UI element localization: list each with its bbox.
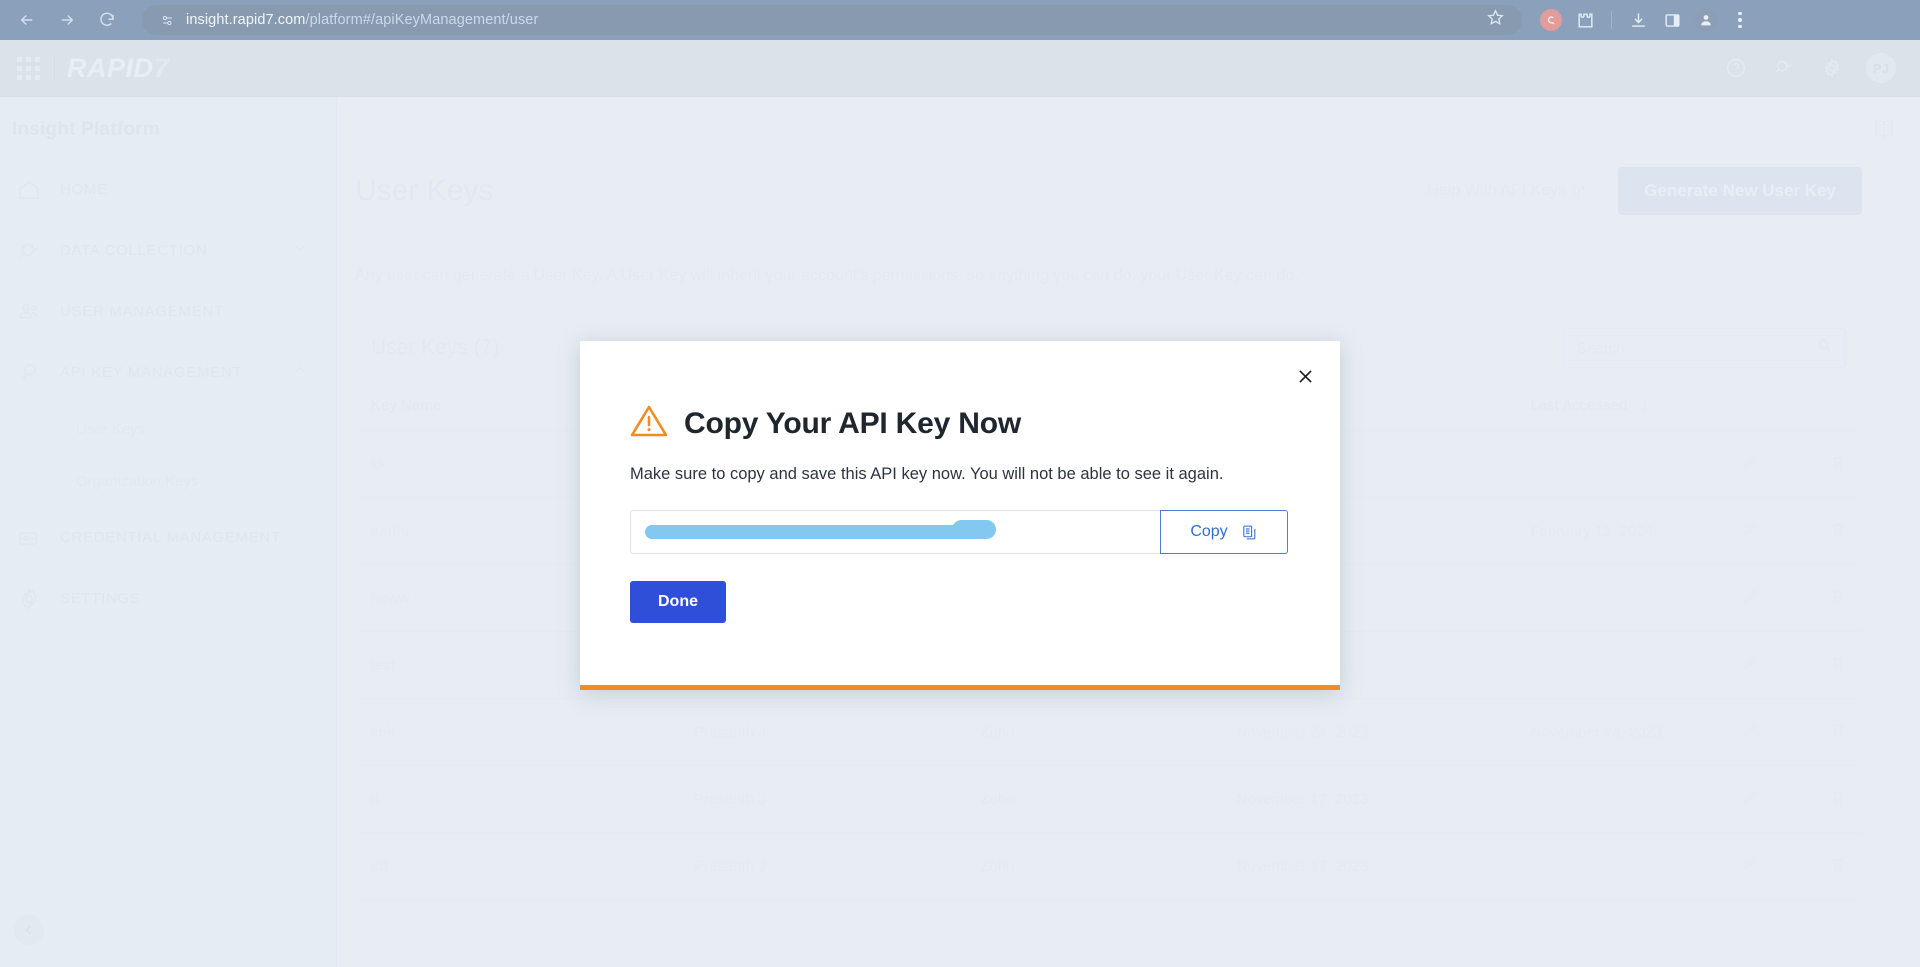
modal-title: Copy Your API Key Now [684, 406, 1021, 440]
copy-button[interactable]: Copy [1160, 510, 1288, 554]
copy-icon [1242, 525, 1256, 539]
warning-triangle-icon [630, 404, 668, 443]
done-button[interactable]: Done [630, 581, 726, 623]
copy-button-label: Copy [1190, 523, 1228, 540]
copy-api-key-modal: Copy Your API Key Now Make sure to copy … [580, 341, 1340, 690]
redaction-mark [645, 520, 996, 539]
api-key-row: ••••••••••••••••••••••••••••••••••••••••… [630, 510, 1288, 554]
modal-description: Make sure to copy and save this API key … [630, 465, 1224, 483]
api-key-field[interactable]: ••••••••••••••••••••••••••••••••••••••••… [630, 510, 1160, 554]
close-icon[interactable] [1292, 363, 1318, 389]
modal-title-row: Copy Your API Key Now [580, 341, 1340, 443]
